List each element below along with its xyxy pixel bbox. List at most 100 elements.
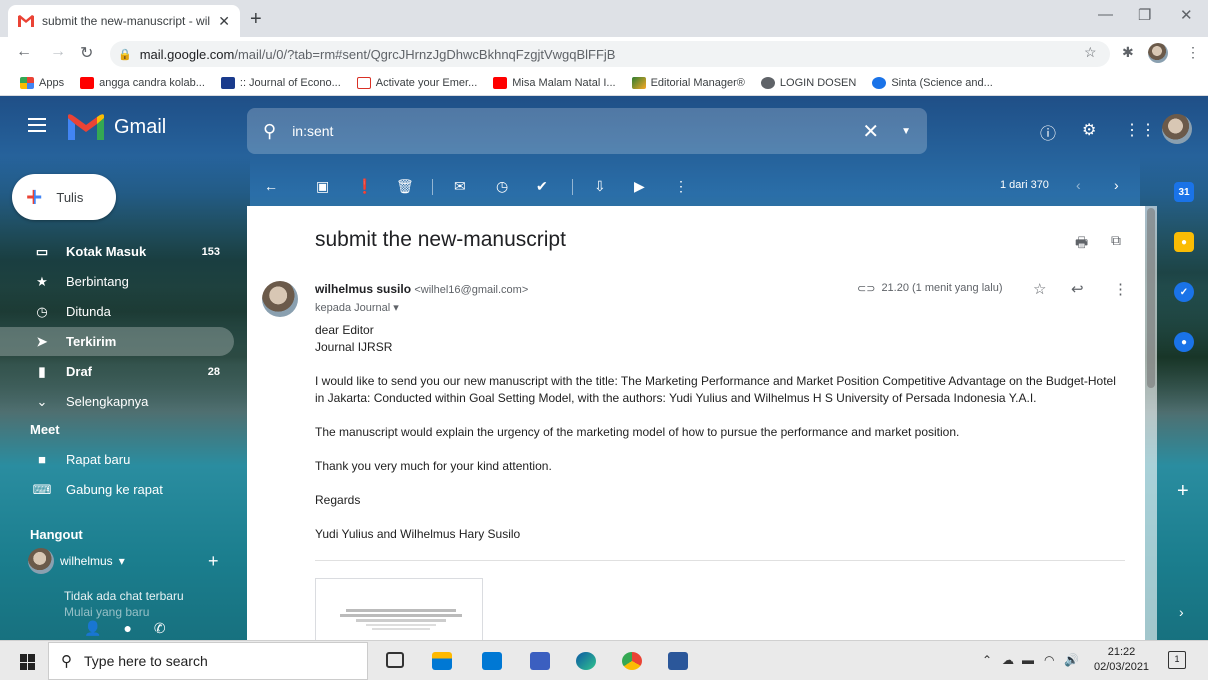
- bookmark-item[interactable]: Sinta (Science and...: [872, 76, 993, 89]
- sidebar-item-inbox[interactable]: ▭ Kotak Masuk 153: [0, 237, 234, 266]
- tab-close-icon[interactable]: ✕: [218, 13, 230, 30]
- send-icon: ➤: [36, 333, 48, 349]
- person-icon[interactable]: 👤: [84, 620, 101, 637]
- search-options-icon[interactable]: ▼: [901, 126, 911, 137]
- reload-icon[interactable]: ↻: [80, 43, 93, 63]
- attachment-clip-icon: ⊂⊃: [857, 283, 876, 295]
- chat-bubble-icon[interactable]: ●: [123, 620, 131, 637]
- minimize-icon[interactable]: —: [1098, 6, 1113, 23]
- browser-tab[interactable]: submit the new-manuscript - wil ✕: [8, 5, 240, 37]
- bookmark-item[interactable]: LOGIN DOSEN: [760, 76, 856, 89]
- task-view-icon[interactable]: [386, 652, 404, 668]
- sidebar-item-snoozed[interactable]: ◷ Ditunda: [0, 297, 234, 326]
- search-icon: ⚲: [61, 653, 72, 670]
- more-options-icon[interactable]: ⋮: [674, 178, 688, 195]
- move-to-icon[interactable]: ⇩: [594, 178, 606, 195]
- open-new-window-icon[interactable]: ⧉: [1111, 232, 1121, 249]
- edge-browser-icon[interactable]: [576, 652, 596, 670]
- notification-center-icon[interactable]: 1: [1168, 651, 1186, 669]
- older-icon[interactable]: ›: [1114, 177, 1119, 193]
- back-to-list-icon[interactable]: ←: [264, 178, 278, 194]
- recipient-details-caret-icon[interactable]: ▾: [393, 302, 399, 314]
- mail-app-icon[interactable]: [482, 652, 502, 670]
- clear-search-icon[interactable]: ✕: [862, 119, 879, 144]
- meet-join-meeting[interactable]: ⌨ Gabung ke rapat: [0, 475, 234, 504]
- search-icon[interactable]: ⚲: [263, 121, 276, 142]
- account-avatar[interactable]: [1162, 114, 1192, 144]
- newer-icon[interactable]: ‹: [1076, 177, 1081, 193]
- profile-avatar[interactable]: [1148, 43, 1168, 63]
- volume-icon[interactable]: 🔊: [1064, 653, 1079, 667]
- file-explorer-icon[interactable]: [432, 652, 452, 670]
- bookmark-apps[interactable]: Apps: [20, 76, 64, 89]
- bookmark-star-icon[interactable]: ☆: [1084, 44, 1097, 61]
- sinta-icon: [872, 76, 887, 89]
- taskbar-search[interactable]: ⚲ Type here to search: [48, 642, 368, 680]
- contacts-icon[interactable]: ●: [1174, 332, 1194, 352]
- extensions-icon[interactable]: ✱: [1122, 44, 1134, 61]
- help-icon[interactable]: ⓘ: [1040, 120, 1056, 144]
- compose-button[interactable]: + Tulis: [12, 174, 116, 220]
- sender-name[interactable]: wilhelmus susilo: [315, 282, 411, 296]
- browser-menu-icon[interactable]: ⋮: [1186, 44, 1200, 61]
- expand-side-panel-icon[interactable]: ›: [1179, 604, 1184, 620]
- restore-icon[interactable]: ❐: [1138, 6, 1151, 24]
- bookmark-item[interactable]: :: Journal of Econo...: [220, 76, 341, 89]
- new-tab-icon[interactable]: +: [250, 8, 262, 31]
- calendar-icon[interactable]: 31: [1174, 182, 1194, 202]
- bookmark-item[interactable]: Misa Malam Natal I...: [493, 76, 616, 89]
- back-icon[interactable]: ←: [16, 43, 32, 61]
- windows-start-icon[interactable]: [20, 654, 36, 670]
- body-paragraph: Regards: [315, 493, 361, 507]
- recipient-line[interactable]: kepada Journal ▾: [315, 301, 399, 314]
- get-addons-icon[interactable]: +: [1177, 480, 1189, 503]
- attachment-thumbnail[interactable]: [315, 578, 483, 640]
- battery-icon[interactable]: ▬: [1022, 653, 1034, 667]
- system-clock[interactable]: 21:22 02/03/2021: [1094, 645, 1149, 675]
- tasks-icon[interactable]: ✓: [1174, 282, 1194, 302]
- hangout-user[interactable]: wilhelmus ▾ +: [28, 548, 228, 574]
- chrome-browser-icon[interactable]: [622, 652, 642, 670]
- keyboard-icon: ⌨: [32, 481, 52, 497]
- archive-icon[interactable]: ▣: [316, 178, 329, 195]
- app-icon[interactable]: [530, 652, 550, 670]
- keep-icon[interactable]: ●: [1174, 232, 1194, 252]
- search-input[interactable]: in:sent: [292, 123, 862, 139]
- word-app-icon[interactable]: [668, 652, 688, 670]
- bookmark-item[interactable]: Activate your Emer...: [356, 76, 477, 89]
- sidebar-item-sent[interactable]: ➤ Terkirim: [0, 327, 234, 356]
- meet-new-meeting[interactable]: ■ Rapat baru: [0, 445, 234, 474]
- settings-gear-icon[interactable]: ⚙: [1082, 120, 1096, 140]
- wifi-icon[interactable]: ◠: [1044, 653, 1054, 667]
- address-bar-row: ← → ↻ 🔒 mail.google.com/mail/u/0/?tab=rm…: [0, 37, 1208, 70]
- mail-search-bar[interactable]: ⚲ in:sent ✕ ▼: [247, 108, 927, 154]
- star-message-icon[interactable]: ☆: [1033, 280, 1046, 298]
- sidebar-item-starred[interactable]: ★ Berbintang: [0, 267, 234, 296]
- gmail-logo[interactable]: Gmail: [68, 114, 166, 140]
- browser-tab-strip: submit the new-manuscript - wil ✕ + — ❐ …: [0, 0, 1208, 37]
- forward-icon[interactable]: →: [50, 43, 66, 61]
- pane-scrollbar-thumb[interactable]: [1147, 208, 1155, 388]
- bookmark-item[interactable]: Editorial Manager®: [631, 76, 745, 89]
- sidebar-item-more[interactable]: ⌄ Selengkapnya: [0, 387, 234, 416]
- window-close-icon[interactable]: ✕: [1180, 6, 1193, 24]
- video-camera-icon: ■: [38, 452, 46, 467]
- onedrive-icon[interactable]: ☁: [1002, 653, 1014, 667]
- new-hangout-icon[interactable]: +: [208, 551, 219, 572]
- url-field[interactable]: 🔒 mail.google.com/mail/u/0/?tab=rm#sent/…: [110, 41, 1110, 67]
- report-spam-icon[interactable]: ❗: [356, 178, 373, 195]
- mark-unread-icon[interactable]: ✉: [454, 178, 466, 195]
- delete-icon[interactable]: 🗑: [396, 178, 414, 195]
- message-more-icon[interactable]: ⋮: [1113, 280, 1128, 298]
- phone-icon[interactable]: ✆: [154, 620, 166, 637]
- google-apps-icon[interactable]: ⋮⋮: [1124, 120, 1156, 140]
- add-task-icon[interactable]: ✔: [536, 178, 548, 195]
- tray-overflow-icon[interactable]: ⌃: [982, 653, 992, 667]
- reply-icon[interactable]: ↩: [1071, 280, 1084, 298]
- label-icon[interactable]: ▶: [634, 178, 645, 195]
- sidebar-item-drafts[interactable]: ▮ Draf 28: [0, 357, 234, 386]
- snooze-icon[interactable]: ◷: [496, 178, 508, 195]
- bookmark-item[interactable]: angga candra kolab...: [80, 76, 205, 89]
- main-menu-icon[interactable]: [28, 118, 46, 132]
- print-icon[interactable]: 🖶: [1075, 232, 1088, 256]
